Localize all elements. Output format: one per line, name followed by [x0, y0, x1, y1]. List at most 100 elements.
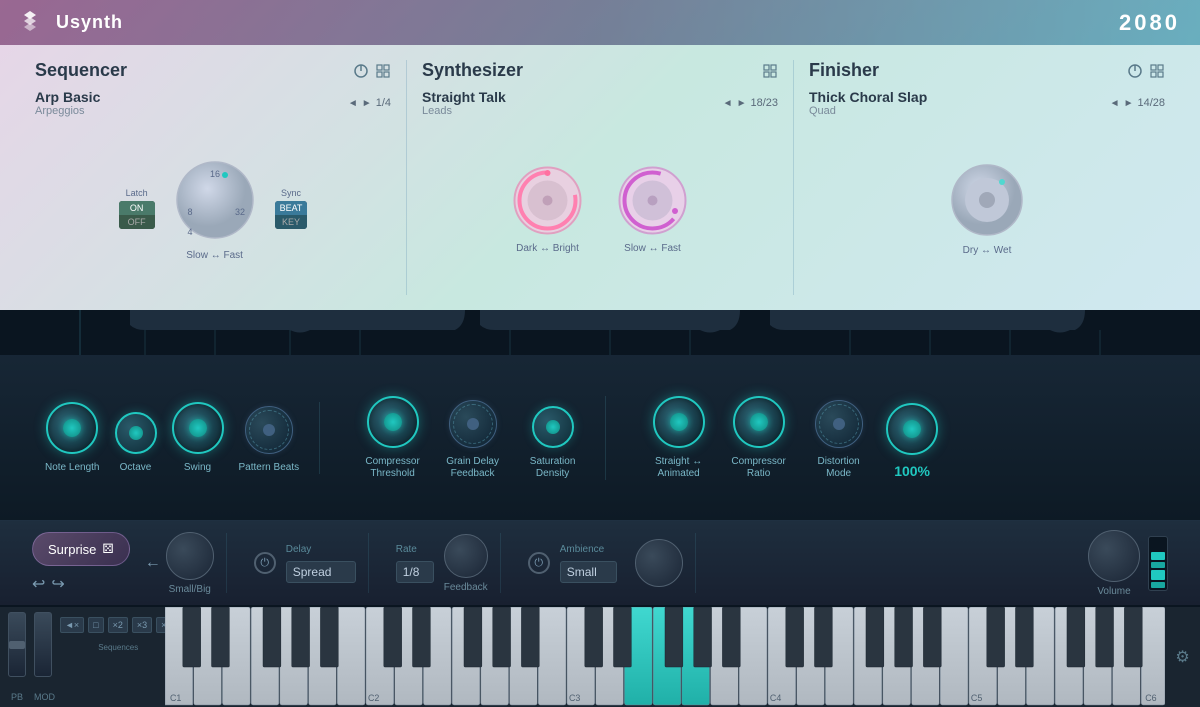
- percent-control: 100%: [886, 403, 938, 480]
- compressor-ratio-control: Compressor Ratio: [726, 396, 791, 480]
- undo-button[interactable]: ↩: [32, 574, 45, 594]
- sequencer-rate-knob[interactable]: 16 8 32 4: [170, 155, 260, 245]
- small-big-arrow[interactable]: ←: [145, 554, 161, 572]
- grain-delay-knob[interactable]: [449, 400, 497, 448]
- straight-animated-control: Straight ↔ Animated: [646, 396, 711, 480]
- finisher-grid-icon[interactable]: [1149, 63, 1165, 79]
- finisher-wet-label: Dry ↔ Wet: [963, 245, 1012, 256]
- synth-next[interactable]: ►: [737, 98, 747, 109]
- synth-knob1[interactable]: [510, 163, 585, 238]
- keyboard-section: ◄× □ ×2 ×3 ×4 Sequences PB MOD: [0, 605, 1200, 707]
- sequencer-rate-label: Slow ↔ Fast: [186, 250, 243, 261]
- percent-label: 100%: [894, 463, 930, 480]
- seq-x3-btn[interactable]: ×3: [132, 617, 152, 633]
- percent-knob[interactable]: [886, 403, 938, 455]
- dice-icon: ⚄: [102, 541, 113, 557]
- seq-mute-btn[interactable]: ◄×: [60, 617, 84, 633]
- small-big-knob[interactable]: [166, 532, 214, 580]
- saturation-density-label: Saturation Density: [520, 456, 585, 480]
- ambience-type-select[interactable]: Small Medium Large: [560, 561, 617, 583]
- finisher-controls-group: Straight ↔ Animated Compressor Ratio Dis…: [626, 396, 958, 480]
- compressor-ratio-knob[interactable]: [733, 396, 785, 448]
- app-version: 2080: [1119, 10, 1180, 36]
- svg-text:C5: C5: [971, 693, 982, 703]
- finisher-wet-knob[interactable]: [947, 160, 1027, 240]
- synthesizer-panel: Synthesizer Straight Talk Leads ◄: [407, 60, 794, 295]
- mod-label: MOD: [34, 692, 52, 702]
- latch-label: Latch: [126, 188, 148, 198]
- pb-label: PB: [8, 692, 26, 702]
- sync-toggle[interactable]: BEAT KEY: [275, 201, 308, 229]
- seq-x2-btn[interactable]: ×2: [108, 617, 128, 633]
- synth-controls-group: Compressor Threshold Grain Delay Feedbac…: [340, 396, 606, 480]
- delay-power-button[interactable]: ⏻: [254, 552, 276, 574]
- logo-icon: [20, 9, 48, 37]
- sequencer-counter: 1/4: [376, 97, 391, 109]
- octave-knob[interactable]: [115, 412, 157, 454]
- surprise-button[interactable]: Surprise ⚄: [32, 532, 130, 566]
- piano-keys: C1: [165, 607, 1165, 707]
- synth-knob2-label: Slow ↔ Fast: [624, 243, 681, 254]
- ambience-power-button[interactable]: ⏻: [528, 552, 550, 574]
- pattern-beats-knob[interactable]: [245, 406, 293, 454]
- svg-text:16: 16: [210, 169, 220, 179]
- finisher-prev[interactable]: ◄: [1110, 98, 1120, 109]
- ambience-knob[interactable]: [635, 539, 683, 587]
- swing-knob[interactable]: [172, 402, 224, 454]
- mod-slider[interactable]: [34, 612, 52, 677]
- volume-knob[interactable]: [1088, 530, 1140, 582]
- finisher-next[interactable]: ►: [1124, 98, 1134, 109]
- distortion-mode-control: Distortion Mode: [806, 400, 871, 480]
- sequences-label: Sequences: [60, 643, 176, 652]
- note-length-control: Note Length: [45, 402, 100, 474]
- power-icon[interactable]: [353, 63, 369, 79]
- delay-label: Delay: [286, 544, 356, 555]
- pb-slider[interactable]: [8, 612, 26, 677]
- svg-text:C6: C6: [1145, 693, 1156, 703]
- sync-label: Sync: [281, 188, 301, 198]
- synthesizer-title: Synthesizer: [422, 60, 523, 81]
- synth-prev[interactable]: ◄: [723, 98, 733, 109]
- finisher-title: Finisher: [809, 60, 879, 81]
- svg-text:C1: C1: [170, 693, 181, 703]
- octave-label: Octave: [120, 462, 152, 474]
- sequencer-prev[interactable]: ◄: [348, 98, 358, 109]
- finisher-power-icon[interactable]: [1127, 63, 1143, 79]
- sequencer-panel: Sequencer Arp Basic: [20, 60, 407, 295]
- rate-select[interactable]: 1/8 1/4 1/16: [396, 561, 434, 583]
- keyboard-settings-button[interactable]: ⚙: [1175, 647, 1189, 667]
- saturation-density-knob[interactable]: [532, 406, 574, 448]
- sequencer-category: Arpeggios: [35, 105, 100, 117]
- compressor-threshold-knob[interactable]: [367, 396, 419, 448]
- volume-group: Volume: [1076, 533, 1180, 593]
- feedback-control: Feedback: [444, 534, 488, 593]
- distortion-mode-knob[interactable]: [815, 400, 863, 448]
- compressor-threshold-control: Compressor Threshold: [360, 396, 425, 480]
- rate-group: Rate 1/8 1/4 1/16 Feedback: [384, 533, 501, 593]
- middle-section: Note Length Octave Swing Pattern Beats C…: [0, 310, 1200, 520]
- seq-loop-btn[interactable]: □: [88, 617, 103, 633]
- bottom-controls: Surprise ⚄ ↩ ↪ ← Small/Big ⏻ Delay Sprea…: [0, 520, 1200, 605]
- synth-knob2[interactable]: [615, 163, 690, 238]
- volume-meter: [1148, 536, 1168, 591]
- finisher-category: Quad: [809, 105, 927, 117]
- latch-toggle[interactable]: ON OFF: [119, 201, 155, 229]
- redo-button[interactable]: ↪: [51, 574, 64, 594]
- grain-delay-label: Grain Delay Feedback: [440, 456, 505, 480]
- finisher-counter: 14/28: [1137, 97, 1165, 109]
- swing-label: Swing: [184, 462, 211, 474]
- pattern-beats-label: Pattern Beats: [239, 462, 300, 474]
- svg-text:4: 4: [187, 227, 192, 237]
- synth-grid-icon[interactable]: [762, 63, 778, 79]
- small-big-label: Small/Big: [169, 584, 211, 595]
- svg-text:32: 32: [235, 207, 245, 217]
- keyboard-area: C1: [165, 607, 1165, 707]
- sequencer-next[interactable]: ►: [362, 98, 372, 109]
- note-length-knob[interactable]: [46, 402, 98, 454]
- grid-icon[interactable]: [375, 63, 391, 79]
- finisher-preset-name: Thick Choral Slap: [809, 89, 927, 105]
- finisher-panel: Finisher Thick Choral Slap: [794, 60, 1180, 295]
- feedback-knob[interactable]: [444, 534, 488, 578]
- straight-animated-knob[interactable]: [653, 396, 705, 448]
- delay-type-select[interactable]: Spread Ping Pong Mono: [286, 561, 356, 583]
